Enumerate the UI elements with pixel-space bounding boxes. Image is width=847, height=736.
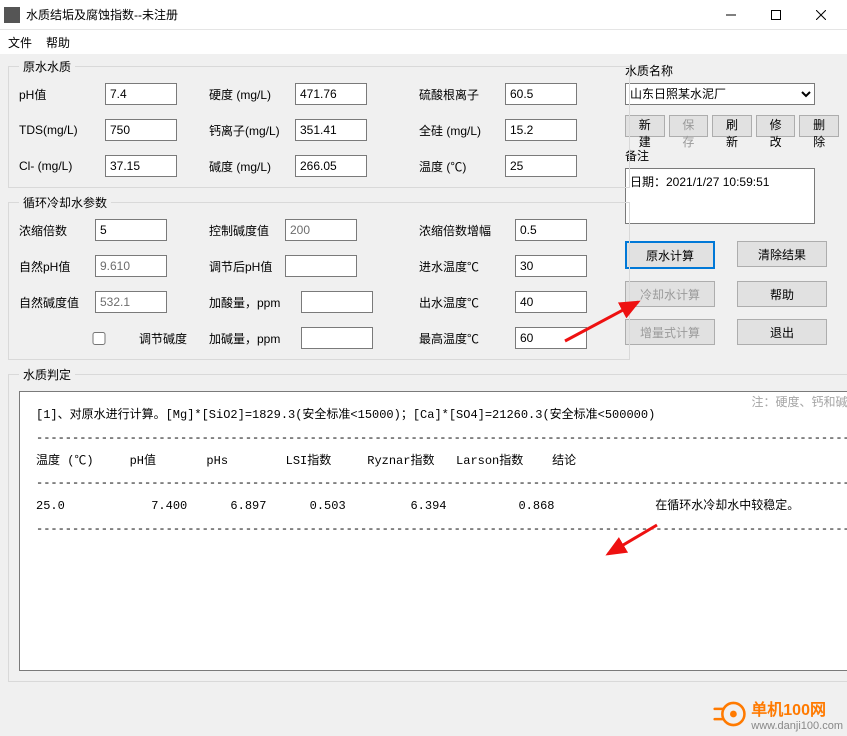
so4-label: 硫酸根离子 <box>419 86 499 103</box>
inccalc-button: 增量式计算 <box>625 319 715 345</box>
temp-input[interactable] <box>505 155 577 177</box>
ca-label: 钙离子(mg/L) <box>209 122 289 139</box>
tout-input[interactable] <box>515 291 587 313</box>
tmax-input[interactable] <box>515 327 587 349</box>
cycle-water-group: 循环冷却水参数 浓缩倍数 控制碱度值 浓缩倍数增幅 自然pH值 调节后pH值 进… <box>8 194 630 360</box>
delete-button[interactable]: 删除 <box>799 115 839 137</box>
concstep-input[interactable] <box>515 219 587 241</box>
ctrlalk-label: 控制碱度值 <box>209 222 279 239</box>
temp-label: 温度 (℃) <box>419 158 499 175</box>
conc-input[interactable] <box>95 219 167 241</box>
new-button[interactable]: 新建 <box>625 115 665 137</box>
natph-label: 自然pH值 <box>19 258 89 275</box>
raw-water-group: 原水水质 pH值 硬度 (mg/L) 硫酸根离子 TDS(mg/L) 钙离子(m… <box>8 58 630 188</box>
watermark: 单机100网 www.danji100.com <box>713 696 843 732</box>
si-input[interactable] <box>505 119 577 141</box>
ph-label: pH值 <box>19 86 99 103</box>
si-label: 全硅 (mg/L) <box>419 122 499 139</box>
raw-legend: 原水水质 <box>19 58 75 75</box>
close-button[interactable] <box>798 0 843 30</box>
natalk-label: 自然碱度值 <box>19 294 89 311</box>
concstep-label: 浓缩倍数增幅 <box>419 222 509 239</box>
cycle-legend: 循环冷却水参数 <box>19 194 111 211</box>
cl-input[interactable] <box>105 155 177 177</box>
refresh-button[interactable]: 刷新 <box>712 115 752 137</box>
rawcalc-button[interactable]: 原水计算 <box>625 241 715 269</box>
adjalk-label: 调节碱度 <box>139 330 187 347</box>
adjph-label: 调节后pH值 <box>209 258 279 275</box>
watermark-name: 单机100网 <box>751 696 843 720</box>
result-legend: 水质判定 <box>19 366 75 383</box>
ctrlalk-input <box>285 219 357 241</box>
hard-input[interactable] <box>295 83 367 105</box>
modify-button[interactable]: 修改 <box>756 115 796 137</box>
addalk-label: 加碱量，ppm <box>209 330 295 347</box>
conc-label: 浓缩倍数 <box>19 222 89 239</box>
tds-input[interactable] <box>105 119 177 141</box>
natalk-input <box>95 291 167 313</box>
ca-input[interactable] <box>295 119 367 141</box>
help-button[interactable]: 帮助 <box>737 281 827 307</box>
hard-label: 硬度 (mg/L) <box>209 86 289 103</box>
result-note: 注：硬度、钙和碱度均以碳酸钙计 <box>752 393 847 410</box>
titlebar: 水质结垢及腐蚀指数--未注册 <box>0 0 847 30</box>
adjalk-checkbox[interactable] <box>63 332 135 345</box>
name-label: 水质名称 <box>625 62 839 79</box>
tin-label: 进水温度℃ <box>419 258 509 275</box>
alk-input[interactable] <box>295 155 367 177</box>
clear-button[interactable]: 清除结果 <box>737 241 827 267</box>
maximize-button[interactable] <box>753 0 798 30</box>
tds-label: TDS(mg/L) <box>19 123 99 137</box>
ph-input[interactable] <box>105 83 177 105</box>
window-title: 水质结垢及腐蚀指数--未注册 <box>26 6 708 23</box>
tin-input[interactable] <box>515 255 587 277</box>
watermark-url: www.danji100.com <box>751 720 843 732</box>
window-buttons <box>708 0 843 30</box>
tout-label: 出水温度℃ <box>419 294 509 311</box>
adjph-input <box>285 255 357 277</box>
name-select[interactable]: 山东日照某水泥厂 <box>625 83 815 105</box>
acid-input <box>301 291 373 313</box>
menubar: 文件 帮助 <box>0 30 847 54</box>
so4-input[interactable] <box>505 83 577 105</box>
natph-input <box>95 255 167 277</box>
addalk-input <box>301 327 373 349</box>
cl-label: Cl- (mg/L) <box>19 159 99 173</box>
tmax-label: 最高温度℃ <box>419 330 509 347</box>
menu-help[interactable]: 帮助 <box>46 34 70 51</box>
adjalk-checkbox-wrap[interactable]: 调节碱度 <box>63 330 187 347</box>
exit-button[interactable]: 退出 <box>737 319 827 345</box>
watermark-logo-icon <box>713 697 747 731</box>
note-textarea[interactable]: 日期：2021/1/27 10:59:51 <box>625 168 815 224</box>
minimize-button[interactable] <box>708 0 753 30</box>
result-textbox[interactable]: [1]、对原水进行计算。[Mg]*[SiO2]=1829.3(安全标准<1500… <box>19 391 847 671</box>
result-group: 水质判定 注：硬度、钙和碱度均以碳酸钙计 [1]、对原水进行计算。[Mg]*[S… <box>8 366 847 682</box>
app-icon <box>4 7 20 23</box>
menu-file[interactable]: 文件 <box>8 34 32 51</box>
acid-label: 加酸量，ppm <box>209 294 295 311</box>
save-button: 保存 <box>669 115 709 137</box>
cycalc-button: 冷却水计算 <box>625 281 715 307</box>
alk-label: 碱度 (mg/L) <box>209 158 289 175</box>
